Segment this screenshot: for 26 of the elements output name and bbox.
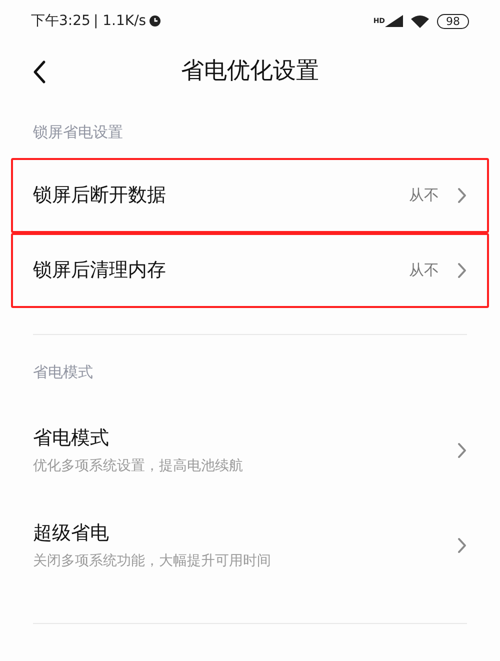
back-button[interactable] (32, 59, 48, 85)
section-label: 省电模式 (33, 362, 93, 382)
chevron-right-icon (457, 537, 467, 554)
row-title: 省电模式 (33, 426, 110, 451)
settings-row[interactable]: 锁屏后清理内存 从不 (11, 233, 489, 308)
row-title: 超级省电 (33, 520, 110, 546)
page-title: 省电优化设置 (181, 56, 319, 86)
row-value: 从不 (409, 185, 439, 206)
battery-icon: 98 (437, 14, 469, 28)
row-title: 锁屏后清理内存 (33, 258, 166, 284)
wifi-icon (411, 14, 429, 28)
network-speed: | 1.1K/s (93, 12, 146, 30)
settings-row[interactable]: 锁屏后断开数据 从不 (11, 158, 489, 233)
row-title: 锁屏后断开数据 (33, 183, 166, 208)
row-subtitle: 优化多项系统设置，提高电池续航 (33, 457, 243, 476)
chevron-right-icon (457, 187, 467, 204)
settings-row[interactable]: 省电模式 优化多项系统设置，提高电池续航 (11, 403, 489, 498)
status-time: 下午3:25 (31, 12, 90, 30)
settings-row[interactable]: 超级省电 关闭多项系统功能，大幅提升可用时间 (11, 498, 489, 593)
clock-icon (149, 15, 162, 27)
chevron-right-icon (457, 442, 467, 459)
row-value: 从不 (409, 260, 439, 282)
signal-icon (385, 15, 403, 27)
chevron-right-icon (457, 262, 467, 279)
section-label: 锁屏省电设置 (33, 122, 123, 143)
row-subtitle: 关闭多项系统功能，大幅提升可用时间 (33, 552, 271, 572)
